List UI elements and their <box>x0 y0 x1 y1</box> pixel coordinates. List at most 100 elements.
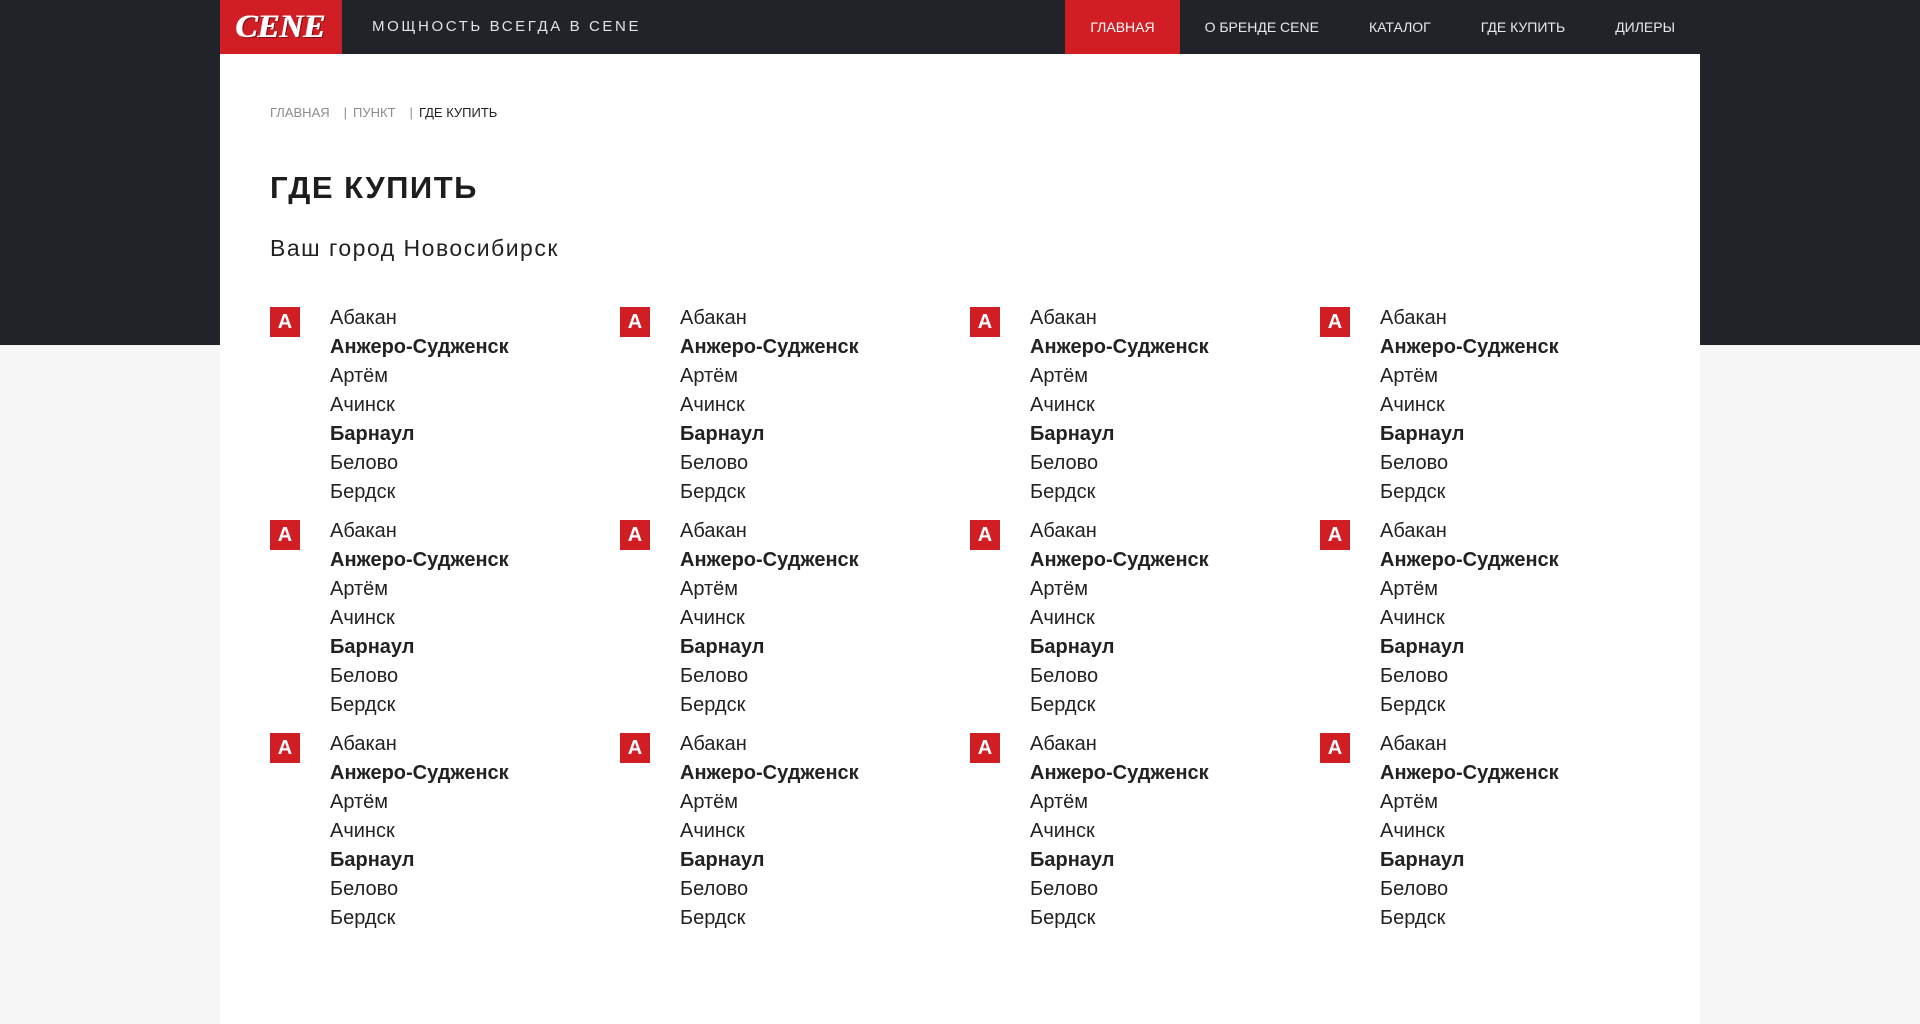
city-link[interactable]: Анжеро-Судженск <box>1380 333 1559 362</box>
city-link[interactable]: Абакан <box>1030 304 1209 333</box>
nav-item-home[interactable]: ГЛАВНАЯ <box>1065 0 1180 54</box>
city-link[interactable]: Бердск <box>680 904 859 933</box>
city-link[interactable]: Белово <box>1380 875 1559 904</box>
city-link[interactable]: Артём <box>1380 362 1559 391</box>
breadcrumb-item-point[interactable]: ПУНКТ <box>353 105 396 120</box>
letter-badge: А <box>970 520 1000 550</box>
city-link[interactable]: Анжеро-Судженск <box>1380 759 1559 788</box>
city-link[interactable]: Артём <box>680 788 859 817</box>
city-link[interactable]: Барнаул <box>330 420 509 449</box>
city-link[interactable]: Абакан <box>1380 517 1559 546</box>
city-link[interactable]: Абакан <box>1030 517 1209 546</box>
city-link[interactable]: Ачинск <box>1380 604 1559 633</box>
breadcrumb-item-home[interactable]: ГЛАВНАЯ <box>270 105 330 120</box>
city-link[interactable]: Бердск <box>330 691 509 720</box>
city-link[interactable]: Ачинск <box>1030 391 1209 420</box>
city-link[interactable]: Артём <box>1380 788 1559 817</box>
city-link[interactable]: Барнаул <box>330 846 509 875</box>
city-link[interactable]: Бердск <box>1030 691 1209 720</box>
city-link[interactable]: Абакан <box>680 304 859 333</box>
city-link[interactable]: Барнаул <box>680 420 859 449</box>
city-link[interactable]: Белово <box>1030 875 1209 904</box>
city-link[interactable]: Анжеро-Судженск <box>680 759 859 788</box>
city-link[interactable]: Артём <box>1030 788 1209 817</box>
city-link[interactable]: Абакан <box>330 304 509 333</box>
site-header: CENE МОЩНОСТЬ ВСЕГДА В CENE ГЛАВНАЯ О БР… <box>220 0 1700 54</box>
city-link[interactable]: Белово <box>1380 662 1559 691</box>
city-link[interactable]: Ачинск <box>1380 391 1559 420</box>
nav-item-where-to-buy[interactable]: ГДЕ КУПИТЬ <box>1456 0 1590 54</box>
city-link[interactable]: Артём <box>330 362 509 391</box>
city-link[interactable]: Ачинск <box>330 604 509 633</box>
city-link[interactable]: Белово <box>680 875 859 904</box>
city-list: Абакан Анжеро-Судженск Артём Ачинск Барнаул Б… <box>330 304 509 507</box>
city-link[interactable]: Анжеро-Судженск <box>330 546 509 575</box>
city-link[interactable]: Барнаул <box>1030 633 1209 662</box>
city-list: Абакан Анжеро-Судженск Артём Ачинск Барнаул Б… <box>330 517 509 720</box>
city-link[interactable]: Бердск <box>1380 478 1559 507</box>
city-link[interactable]: Ачинск <box>680 391 859 420</box>
city-link[interactable]: Барнаул <box>680 633 859 662</box>
city-link[interactable]: Бердск <box>680 478 859 507</box>
city-link[interactable]: Бердск <box>330 904 509 933</box>
city-link[interactable]: Абакан <box>1380 730 1559 759</box>
city-link[interactable]: Ачинск <box>1030 817 1209 846</box>
city-link[interactable]: Ачинск <box>330 391 509 420</box>
nav-item-catalog[interactable]: КАТАЛОГ <box>1344 0 1456 54</box>
city-link[interactable]: Артём <box>330 575 509 604</box>
city-link[interactable]: Абакан <box>680 730 859 759</box>
city-link[interactable]: Бердск <box>680 691 859 720</box>
city-link[interactable]: Белово <box>1030 449 1209 478</box>
city-link[interactable]: Барнаул <box>1380 420 1559 449</box>
nav-item-about-brand[interactable]: О БРЕНДЕ CENE <box>1180 0 1344 54</box>
city-link[interactable]: Ачинск <box>680 817 859 846</box>
city-link[interactable]: Анжеро-Судженск <box>680 333 859 362</box>
city-link[interactable]: Абакан <box>1380 304 1559 333</box>
city-link[interactable]: Белово <box>330 449 509 478</box>
city-link[interactable]: Бердск <box>330 478 509 507</box>
city-link[interactable]: Бердск <box>1030 478 1209 507</box>
city-link[interactable]: Абакан <box>330 517 509 546</box>
city-link[interactable]: Абакан <box>680 517 859 546</box>
city-link[interactable]: Бердск <box>1380 904 1559 933</box>
city-link[interactable]: Ачинск <box>330 817 509 846</box>
city-link[interactable]: Белово <box>330 875 509 904</box>
city-link[interactable]: Артём <box>680 575 859 604</box>
city-link[interactable]: Анжеро-Судженск <box>330 333 509 362</box>
page-title: ГДЕ КУПИТЬ <box>270 170 478 205</box>
logo-link[interactable]: CENE <box>220 0 342 54</box>
city-link[interactable]: Анжеро-Судженск <box>330 759 509 788</box>
city-link[interactable]: Белово <box>680 449 859 478</box>
city-link[interactable]: Анжеро-Судженск <box>1030 546 1209 575</box>
city-link[interactable]: Абакан <box>1030 730 1209 759</box>
city-link[interactable]: Анжеро-Судженск <box>1030 333 1209 362</box>
city-list: Абакан Анжеро-Судженск Артём Ачинск Барнаул Б… <box>1380 517 1559 720</box>
city-link[interactable]: Анжеро-Судженск <box>680 546 859 575</box>
city-link[interactable]: Анжеро-Судженск <box>1030 759 1209 788</box>
city-link[interactable]: Бердск <box>1030 904 1209 933</box>
city-link[interactable]: Белово <box>330 662 509 691</box>
city-link[interactable]: Бердск <box>1380 691 1559 720</box>
city-list: Абакан Анжеро-Судженск Артём Ачинск Барнаул Б… <box>1380 304 1559 507</box>
city-link[interactable]: Белово <box>1380 449 1559 478</box>
city-link[interactable]: Ачинск <box>1030 604 1209 633</box>
city-link[interactable]: Ачинск <box>680 604 859 633</box>
city-list: Абакан Анжеро-Судженск Артём Ачинск Барнаул Б… <box>1030 304 1209 507</box>
city-link[interactable]: Ачинск <box>1380 817 1559 846</box>
city-link[interactable]: Белово <box>680 662 859 691</box>
city-link[interactable]: Барнаул <box>1030 846 1209 875</box>
city-link[interactable]: Барнаул <box>1380 633 1559 662</box>
nav-item-dealers[interactable]: ДИЛЕРЫ <box>1590 0 1700 54</box>
city-link[interactable]: Артём <box>330 788 509 817</box>
city-link[interactable]: Артём <box>1380 575 1559 604</box>
city-link[interactable]: Анжеро-Судженск <box>1380 546 1559 575</box>
city-link[interactable]: Барнаул <box>680 846 859 875</box>
city-link[interactable]: Артём <box>680 362 859 391</box>
city-link[interactable]: Артём <box>1030 575 1209 604</box>
city-link[interactable]: Абакан <box>330 730 509 759</box>
city-link[interactable]: Барнаул <box>330 633 509 662</box>
city-link[interactable]: Барнаул <box>1380 846 1559 875</box>
city-link[interactable]: Артём <box>1030 362 1209 391</box>
city-link[interactable]: Белово <box>1030 662 1209 691</box>
city-link[interactable]: Барнаул <box>1030 420 1209 449</box>
